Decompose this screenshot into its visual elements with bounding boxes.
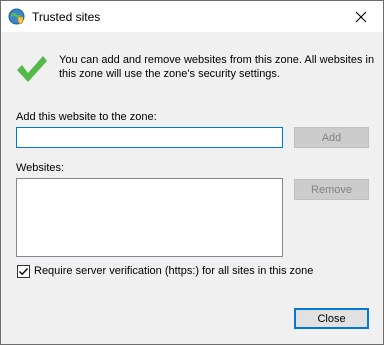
remove-button[interactable]: Remove [294, 179, 369, 200]
add-button[interactable]: Add [294, 127, 369, 148]
websites-label: Websites: [16, 162, 65, 174]
dialog-content: You can add and remove websites from thi… [1, 32, 383, 344]
info-text: You can add and remove websites from thi… [59, 54, 375, 80]
add-site-label: Add this website to the zone: [16, 111, 157, 123]
globe-shield-icon [8, 8, 25, 25]
close-icon[interactable] [338, 1, 383, 32]
https-checkbox-label: Require server verification (https:) for… [34, 265, 314, 277]
trusted-sites-dialog: Trusted sites You can add and remove web… [0, 0, 384, 345]
checkmark-icon [15, 53, 49, 85]
window-title: Trusted sites [32, 10, 101, 24]
close-button[interactable]: Close [294, 308, 369, 329]
websites-list[interactable] [16, 178, 283, 257]
https-checkbox[interactable] [17, 265, 30, 278]
add-site-input[interactable] [16, 127, 283, 148]
title-bar: Trusted sites [1, 1, 383, 32]
